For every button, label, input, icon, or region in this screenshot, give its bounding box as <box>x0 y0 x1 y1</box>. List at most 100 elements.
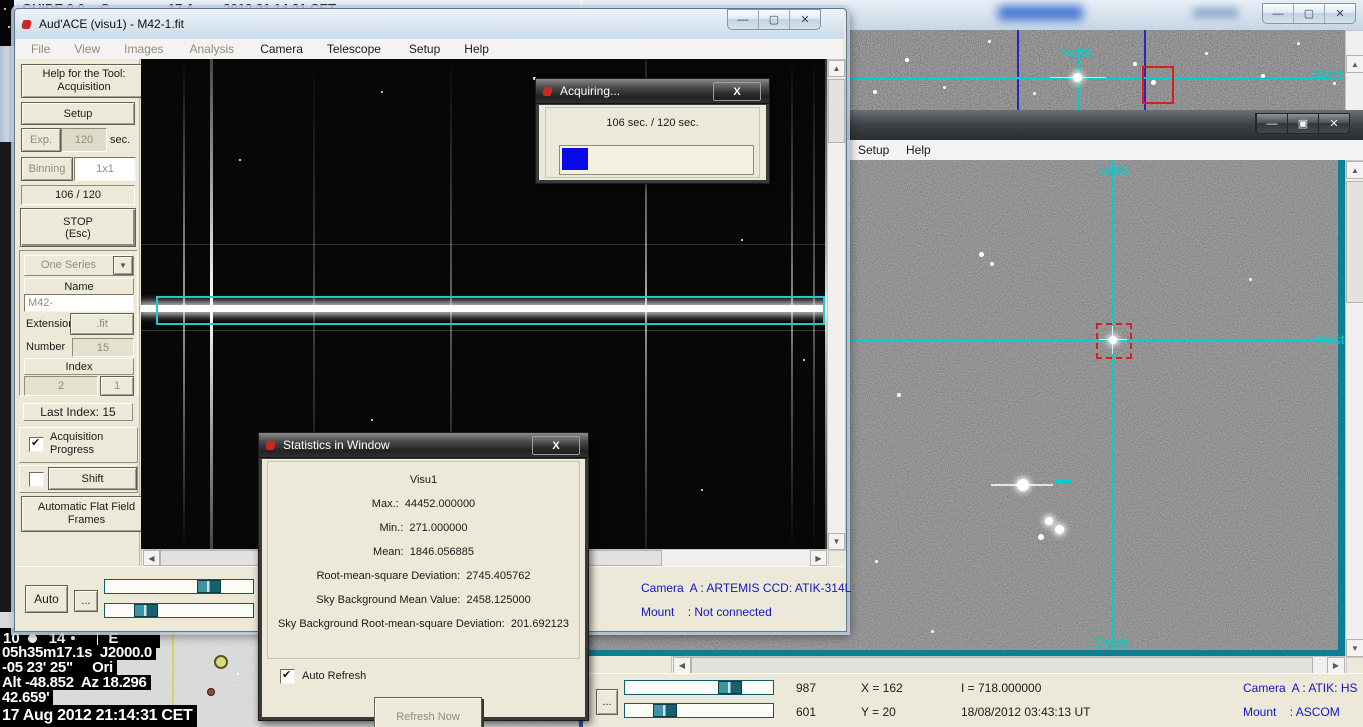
menu-camera[interactable]: Camera <box>251 39 312 59</box>
slider-handle[interactable] <box>718 681 742 694</box>
maximize-icon[interactable]: ▣ <box>1287 114 1318 133</box>
exposure-unit-label: sec. <box>110 134 130 146</box>
guider-more-button[interactable]: ... <box>596 689 618 715</box>
strip-west-label: West <box>1313 67 1342 82</box>
map-info-overlay: 05h35m17.1s J2000.0 -05 23' 25" Ori Alt … <box>0 645 197 727</box>
guider-threshold-slider-low[interactable] <box>624 703 774 718</box>
tool-help-button[interactable]: Help for the Tool: Acquisition <box>21 64 147 98</box>
map-info-line: 42.659' <box>0 690 53 705</box>
acquiring-progressbar <box>559 145 754 175</box>
slider-handle[interactable] <box>134 604 158 617</box>
acquiring-dialog: Acquiring... X 106 sec. / 120 sec. <box>535 78 770 184</box>
binning-value-field[interactable]: 1x1 <box>74 157 136 181</box>
stat-row: Root-mean-square Deviation: 2745.405762 <box>268 570 579 582</box>
extension-label: Extension <box>26 318 74 330</box>
guider-vscroll-thumb[interactable] <box>1346 181 1363 303</box>
guider-south-label: South <box>1094 635 1128 650</box>
name-entry[interactable]: M42- <box>24 294 134 312</box>
menu-analysis[interactable]: Analysis <box>181 39 244 59</box>
slider-handle[interactable] <box>653 704 677 717</box>
exposure-button[interactable]: Exp. <box>21 128 61 152</box>
statistics-titlebar[interactable]: Statistics in Window X <box>259 433 588 458</box>
shift-button[interactable]: Shift <box>48 467 137 490</box>
stop-button[interactable]: STOP (Esc) <box>20 208 136 247</box>
close-icon[interactable]: X <box>713 82 761 101</box>
close-icon[interactable]: ✕ <box>789 10 820 29</box>
shift-checkbox[interactable] <box>29 472 44 487</box>
guider-threshold-slider-high[interactable] <box>624 680 774 695</box>
scroll-down-icon[interactable]: ▼ <box>1346 639 1363 657</box>
guider-west-label: West <box>1315 332 1344 347</box>
main-window-title: Aud'ACE (visu1) - M42-1.fit <box>39 17 184 31</box>
window-edge-left <box>0 46 14 142</box>
progressbar-fill <box>562 148 588 170</box>
index-header: Index <box>24 358 134 375</box>
close-icon[interactable]: ✕ <box>1324 4 1355 23</box>
guider-vscrollbar[interactable]: ▲ ▼ <box>1345 160 1363 658</box>
exposure-value-field[interactable]: 120 <box>61 128 107 152</box>
acquiring-titlebar[interactable]: Acquiring... X <box>536 79 769 104</box>
menu-setup[interactable]: Setup <box>400 39 449 59</box>
menu-view[interactable]: View <box>65 39 109 59</box>
main-titlebar[interactable]: Aud'ACE (visu1) - M42-1.fit — ▢ ✕ <box>15 9 844 39</box>
slider-handle[interactable] <box>197 580 221 593</box>
strip-target-box <box>1142 66 1174 104</box>
minimize-icon[interactable]: — <box>1256 114 1287 133</box>
maximize-icon[interactable]: ▢ <box>1293 4 1324 23</box>
flat-frames-button[interactable]: Automatic Flat Field Frames <box>21 496 152 532</box>
stop-button-label: STOP <box>63 216 93 228</box>
small-star-icon <box>71 636 75 640</box>
main-vscrollbar[interactable]: ▲ ▼ <box>827 59 846 551</box>
chevron-down-icon[interactable]: ▼ <box>113 256 133 275</box>
acquiring-body: 106 sec. / 120 sec. <box>539 105 766 180</box>
close-icon[interactable]: X <box>532 436 580 455</box>
background-scrollbar[interactable]: ▲ <box>1345 30 1363 112</box>
acquisition-progress-checkbox[interactable] <box>29 437 44 452</box>
guider-hscroll-thumb[interactable] <box>691 657 1313 674</box>
levels-more-button[interactable]: ... <box>74 590 98 612</box>
minimize-icon[interactable]: — <box>1263 4 1293 23</box>
menu-telescope[interactable]: Telescope <box>318 39 390 59</box>
minimize-icon[interactable]: — <box>728 10 758 29</box>
background-guider-field[interactable]: North West <box>845 30 1345 110</box>
scroll-down-icon[interactable]: ▼ <box>828 533 845 550</box>
binning-button[interactable]: Binning <box>21 157 73 181</box>
series-combobox[interactable]: One Series ▼ <box>24 255 134 276</box>
acquiring-progress-text: 106 sec. / 120 sec. <box>539 117 766 129</box>
scroll-right-icon[interactable]: ▶ <box>1327 657 1345 674</box>
extension-button[interactable]: .fit <box>70 313 134 335</box>
desktop: GUIDE 9.0 - G 17 A 2012 21 14 21 CET 10 … <box>0 0 1363 727</box>
refresh-now-button[interactable]: Refresh Now <box>374 697 482 727</box>
scroll-up-icon[interactable]: ▲ <box>1346 161 1363 179</box>
guider-menu-help[interactable]: Help <box>897 140 940 160</box>
selection-box[interactable] <box>156 296 825 325</box>
auto-levels-button[interactable]: Auto <box>25 585 68 613</box>
number-field[interactable]: 15 <box>72 338 134 357</box>
strip-north-label: North <box>1060 45 1092 60</box>
level-slider-low[interactable] <box>104 603 254 618</box>
guider-north-label: North <box>1096 163 1128 178</box>
scroll-left-icon[interactable]: ◀ <box>143 550 160 566</box>
statistics-image-name: Visu1 <box>268 474 579 486</box>
auto-refresh-checkbox[interactable] <box>280 669 295 684</box>
intensity-readout: I = 718.000000 <box>961 681 1041 695</box>
scroll-right-icon[interactable]: ▶ <box>810 550 827 566</box>
scroll-up-icon[interactable]: ▲ <box>828 60 845 77</box>
scroll-up-icon[interactable]: ▲ <box>1346 55 1363 73</box>
guider-menu-setup[interactable]: Setup <box>849 140 898 160</box>
menu-images[interactable]: Images <box>115 39 172 59</box>
menu-file[interactable]: File <box>22 39 59 59</box>
index-field[interactable]: 2 <box>24 376 98 396</box>
tool-setup-button[interactable]: Setup <box>21 102 135 125</box>
stat-row: Max.: 44452.000000 <box>268 498 579 510</box>
menu-help[interactable]: Help <box>455 39 498 59</box>
maximize-icon[interactable]: ▢ <box>758 10 789 29</box>
main-vscroll-thumb[interactable] <box>828 79 845 143</box>
level-slider-high[interactable] <box>104 579 254 594</box>
index-increment-button[interactable]: 1 <box>100 376 134 396</box>
big-star-icon <box>28 634 37 643</box>
acquisition-progress-label: Acquisition Progress <box>50 431 130 457</box>
scroll-left-icon[interactable]: ◀ <box>673 657 691 674</box>
map-info-line: -05 23' 25" Ori <box>0 660 117 675</box>
close-icon[interactable]: ✕ <box>1318 114 1349 133</box>
